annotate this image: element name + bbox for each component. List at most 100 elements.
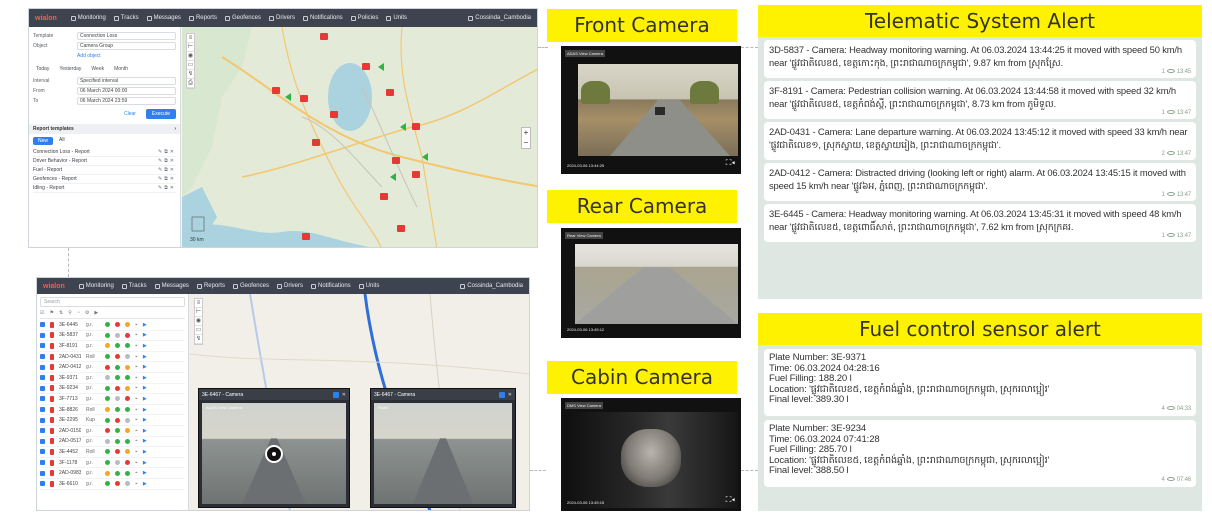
route-icon[interactable]: ↯ bbox=[195, 335, 202, 344]
unit-row[interactable]: 3E-4452 Roll ⌖ ▶ bbox=[40, 447, 185, 458]
unit-checkbox[interactable] bbox=[40, 438, 45, 444]
chevron-icon[interactable]: › bbox=[174, 126, 176, 132]
locate-icon[interactable]: ⌖ bbox=[135, 470, 138, 476]
camera-window-1[interactable]: 3E-6467 - Camera ✕ ADAS View Camera bbox=[198, 388, 350, 508]
route-icon[interactable]: ↯ bbox=[187, 70, 194, 79]
pin-icon[interactable]: ⚑ bbox=[49, 310, 53, 318]
add-object-link[interactable]: Add object bbox=[33, 51, 176, 61]
video-icon[interactable]: ▶ bbox=[143, 385, 147, 391]
unit-checkbox[interactable] bbox=[40, 481, 45, 487]
sort-icon[interactable]: ⇅ bbox=[59, 310, 63, 318]
nav-drivers[interactable]: Drivers bbox=[276, 283, 303, 289]
unit-row[interactable]: 3E-2295 Kup ⌖ ▶ bbox=[40, 415, 185, 426]
unit-pin-icon[interactable] bbox=[50, 406, 54, 413]
marker-icon[interactable]: ◉ bbox=[195, 317, 202, 326]
unit-pin-icon[interactable] bbox=[50, 470, 54, 477]
unit-pin-icon[interactable] bbox=[50, 321, 54, 328]
unit-checkbox[interactable] bbox=[40, 354, 45, 360]
nav-geofences[interactable]: Geofences bbox=[232, 283, 269, 289]
settings-icon[interactable] bbox=[332, 391, 339, 398]
unit-row[interactable]: 2AD-0150 g.r. ⌖ ▶ bbox=[40, 426, 185, 437]
zoom-in-button[interactable]: + bbox=[522, 128, 530, 138]
video-icon[interactable]: ▶ bbox=[143, 396, 147, 402]
nav-messages[interactable]: Messages bbox=[146, 15, 181, 21]
locate-icon[interactable]: ⌖ bbox=[135, 449, 138, 455]
video-icon[interactable]: ▶ bbox=[143, 354, 147, 360]
edit-copy-delete-icons[interactable]: ✎⧉✕ bbox=[158, 149, 176, 155]
execute-button[interactable]: Execute bbox=[145, 109, 176, 119]
monitor-map[interactable]: ≡ ⊢ ◉ ▭ ↯ 3E-6467 - Camera ✕ ADAS View C… bbox=[190, 294, 529, 510]
template-row[interactable]: Fuel - Report ✎⧉✕ bbox=[33, 166, 176, 175]
unit-row[interactable]: 2AD-0412 g.r. ⌖ ▶ bbox=[40, 362, 185, 373]
range-week[interactable]: Week bbox=[88, 65, 107, 73]
locate-icon[interactable]: ⌖ bbox=[135, 396, 138, 402]
nav-messages[interactable]: Messages bbox=[154, 283, 189, 289]
settings-icon[interactable] bbox=[498, 391, 505, 398]
locate-icon[interactable]: ⌖ bbox=[135, 354, 138, 360]
unit-checkbox[interactable] bbox=[40, 343, 45, 349]
unit-checkbox[interactable] bbox=[40, 322, 45, 328]
video-feed[interactable]: Road bbox=[374, 403, 512, 504]
nav-reports[interactable]: Reports bbox=[196, 283, 225, 289]
locate-icon[interactable]: ⌖ bbox=[135, 364, 138, 370]
marker-icon[interactable]: ◉ bbox=[187, 52, 194, 61]
nav-tracks[interactable]: Tracks bbox=[113, 15, 139, 21]
video-icon[interactable]: ▶ bbox=[143, 470, 147, 476]
area-icon[interactable]: ▭ bbox=[195, 326, 202, 335]
video-icon[interactable]: ▶ bbox=[143, 332, 147, 338]
unit-row[interactable]: 3E-9234 g.r. ⌖ ▶ bbox=[40, 384, 185, 395]
unit-pin-icon[interactable] bbox=[50, 448, 54, 455]
camera-window-2[interactable]: 3E-6467 - Camera ✕ Road bbox=[370, 388, 516, 508]
interval-field[interactable]: Interval Specified interval bbox=[33, 76, 176, 86]
unit-pin-icon[interactable] bbox=[50, 374, 54, 381]
unit-checkbox[interactable] bbox=[40, 428, 45, 434]
unit-row[interactable]: 2AD-0431 Roll ⌖ ▶ bbox=[40, 352, 185, 363]
from-field[interactable]: From 06 March 2024 00:00 bbox=[33, 86, 176, 96]
print-icon[interactable]: ⎙ bbox=[187, 79, 194, 88]
range-yesterday[interactable]: Yesterday bbox=[56, 65, 84, 73]
unit-row[interactable]: 3E-6445 g.r. ⌖ ▶ bbox=[40, 320, 185, 331]
video-icon[interactable]: ▶ bbox=[143, 438, 147, 444]
close-icon[interactable]: ✕ bbox=[508, 392, 512, 398]
range-today[interactable]: Today bbox=[33, 65, 52, 73]
area-icon[interactable]: ▭ bbox=[187, 61, 194, 70]
nav-monitoring[interactable]: Monitoring bbox=[78, 283, 114, 289]
nav-units[interactable]: Units bbox=[386, 15, 407, 21]
templates-filter[interactable]: All bbox=[59, 137, 65, 145]
video-icon[interactable]: ▶ bbox=[143, 407, 147, 413]
unit-pin-icon[interactable] bbox=[50, 353, 54, 360]
nav-tracks[interactable]: Tracks bbox=[121, 283, 147, 289]
locate-icon[interactable]: ⌖ bbox=[135, 428, 138, 434]
unit-checkbox[interactable] bbox=[40, 407, 45, 413]
front-camera-video[interactable]: ADAS View Camera 2024-03-06 13:44:25 ⛶◂ bbox=[561, 46, 741, 174]
unit-checkbox[interactable] bbox=[40, 449, 45, 455]
nav-drivers[interactable]: Drivers bbox=[268, 15, 295, 21]
unit-checkbox[interactable] bbox=[40, 364, 45, 370]
unit-search-input[interactable]: Search bbox=[40, 297, 185, 307]
unit-checkbox[interactable] bbox=[40, 332, 45, 338]
unit-pin-icon[interactable] bbox=[50, 417, 54, 424]
template-row[interactable]: Idling - Report ✎⧉✕ bbox=[33, 184, 176, 193]
unit-pin-icon[interactable] bbox=[50, 385, 54, 392]
video-icon[interactable]: ▶ bbox=[143, 428, 147, 434]
unit-checkbox[interactable] bbox=[40, 460, 45, 466]
video-icon[interactable]: ▶ bbox=[143, 481, 147, 487]
fullscreen-icon[interactable]: ⛶◂ bbox=[726, 495, 735, 505]
nav-units[interactable]: Units bbox=[358, 283, 379, 289]
nav-notifications[interactable]: Notifications bbox=[302, 15, 343, 21]
video-icon[interactable]: ▶ bbox=[143, 364, 147, 370]
map-view[interactable]: 30 km ≡ ⊢ ◉ ▭ ↯ ⎙ + − bbox=[182, 27, 537, 247]
locate-icon[interactable]: ⌖ bbox=[135, 322, 138, 328]
locate-icon[interactable]: ⌖ bbox=[135, 375, 138, 381]
rear-camera-video[interactable]: Rear View Camera 2024-03-06 13:45:12 bbox=[561, 228, 741, 338]
user-menu[interactable]: Cossinda_Cambodia bbox=[460, 283, 523, 289]
edit-copy-delete-icons[interactable]: ✎⧉✕ bbox=[158, 185, 176, 191]
locate-icon[interactable]: ⌖ bbox=[135, 460, 138, 466]
locate-icon[interactable]: ⌖ bbox=[135, 407, 138, 413]
unit-pin-icon[interactable] bbox=[50, 459, 54, 466]
template-field[interactable]: Template Connection Loss bbox=[33, 31, 176, 41]
select-all-checkbox[interactable]: ☑ bbox=[40, 310, 44, 318]
to-field[interactable]: To 06 March 2024 23:59 bbox=[33, 96, 176, 106]
range-month[interactable]: Month bbox=[111, 65, 131, 73]
unit-row[interactable]: 3E-5837 g.r. ⌖ ▶ bbox=[40, 331, 185, 342]
